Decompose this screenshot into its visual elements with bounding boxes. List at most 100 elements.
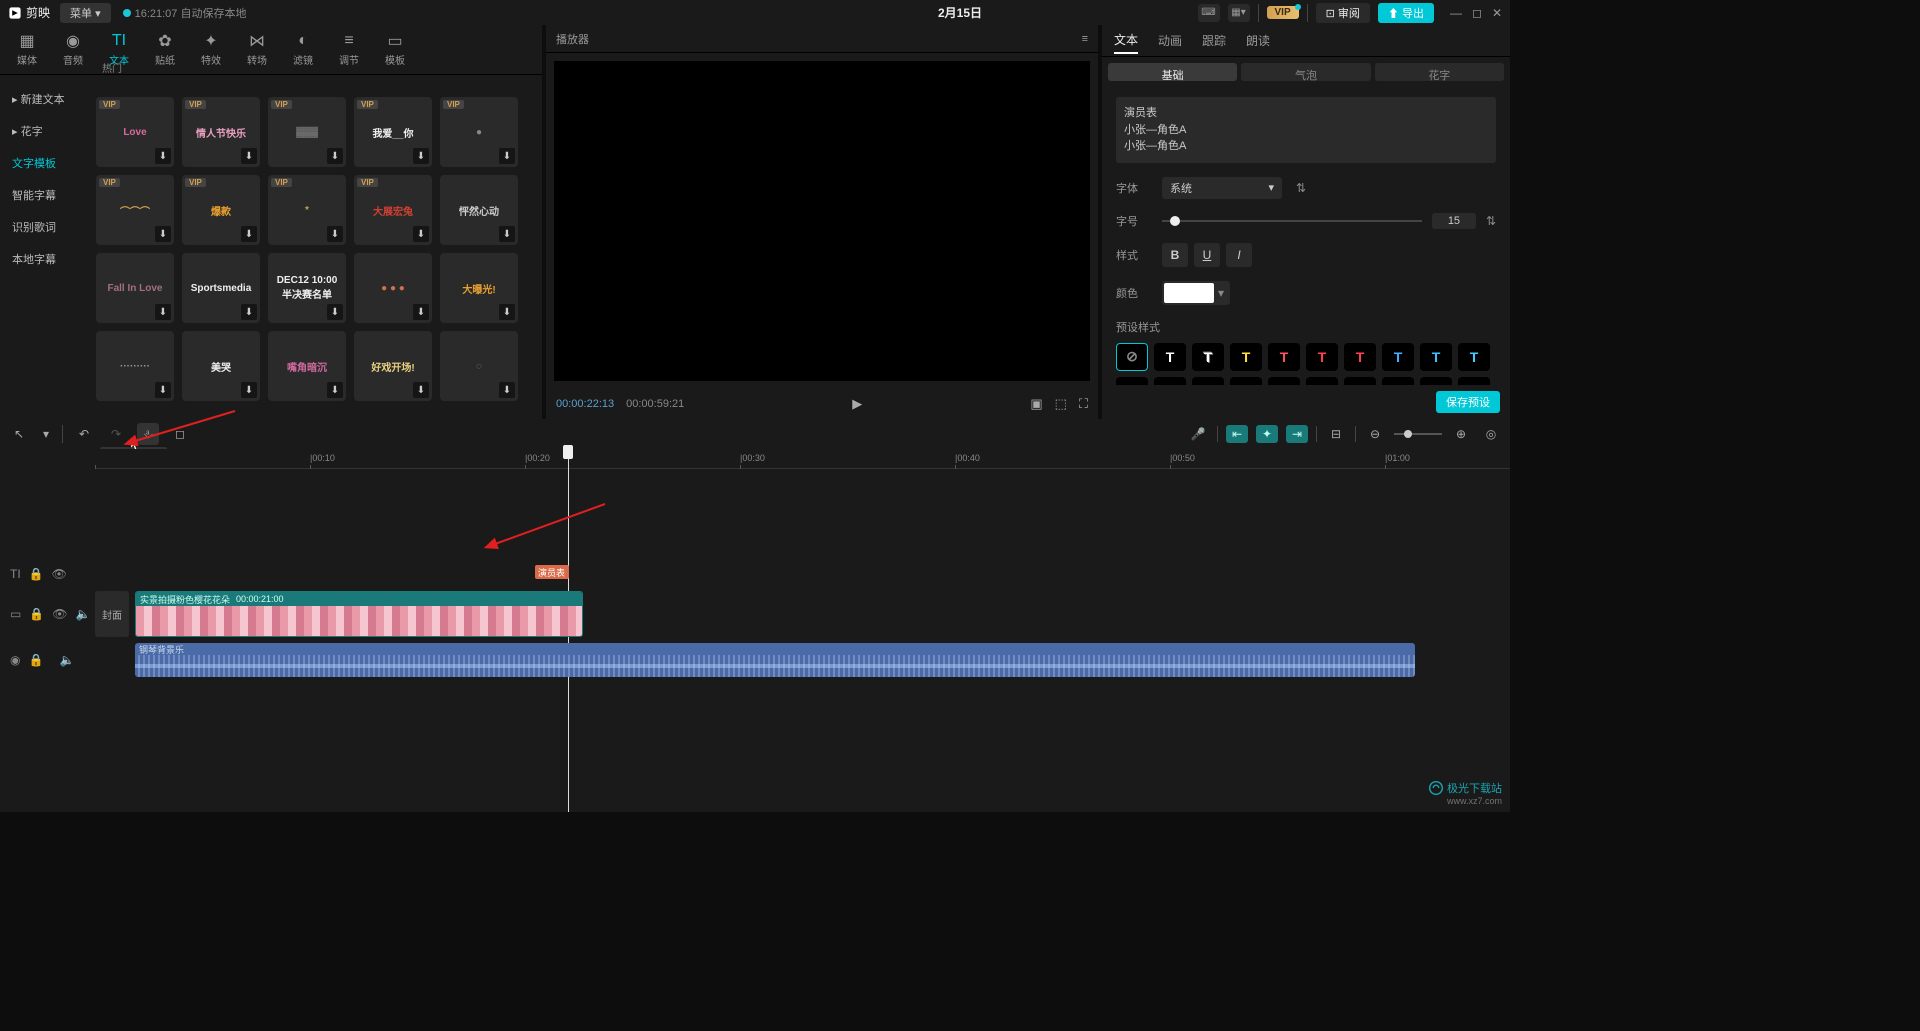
template-card[interactable]: ◌⬇ <box>440 331 518 401</box>
template-card[interactable]: 怦然心动⬇ <box>440 175 518 245</box>
minimize-button[interactable]: — <box>1450 6 1462 20</box>
sidebar-item-3[interactable]: 智能字幕 <box>4 181 86 209</box>
preset-style-bar[interactable] <box>1458 377 1490 386</box>
sidebar-item-1[interactable]: ▸ 花字 <box>4 117 86 145</box>
preview-menu-icon[interactable]: ≡ <box>1082 33 1088 45</box>
preset-style-bar[interactable] <box>1306 377 1338 386</box>
template-card[interactable]: 好戏开场!⬇ <box>354 331 432 401</box>
preset-style[interactable]: T <box>1420 343 1452 371</box>
zoom-slider[interactable] <box>1394 433 1442 435</box>
download-icon[interactable]: ⬇ <box>155 226 171 242</box>
template-card[interactable]: VIP我爱__你⬇ <box>354 97 432 167</box>
tab-调节[interactable]: ≡调节 <box>326 32 372 67</box>
font-select[interactable]: 系统▾ <box>1162 177 1282 199</box>
download-icon[interactable]: ⬇ <box>327 382 343 398</box>
sub-tab-基础[interactable]: 基础 <box>1108 63 1237 81</box>
download-icon[interactable]: ⬇ <box>499 148 515 164</box>
download-icon[interactable]: ⬇ <box>155 148 171 164</box>
lock-icon[interactable]: 🔒 <box>28 653 43 667</box>
download-icon[interactable]: ⬇ <box>241 148 257 164</box>
preset-style-bar[interactable] <box>1230 377 1262 386</box>
mute-icon[interactable]: 🔈 <box>76 607 91 621</box>
bold-button[interactable]: B <box>1162 243 1188 267</box>
mic-icon[interactable]: 🎤 <box>1187 425 1209 443</box>
download-icon[interactable]: ⬇ <box>413 304 429 320</box>
preset-style[interactable]: T <box>1268 343 1300 371</box>
vip-badge[interactable]: VIP <box>1267 6 1299 19</box>
preset-style[interactable]: T <box>1382 343 1414 371</box>
download-icon[interactable]: ⬇ <box>241 226 257 242</box>
timeline-ruler[interactable]: |00:10|00:20|00:30|00:40|00:50|01:00 <box>95 449 1510 469</box>
preset-style[interactable]: T <box>1154 343 1186 371</box>
size-stepper-icon[interactable]: ⇅ <box>1486 214 1496 228</box>
video-clip[interactable]: 实景拍摄粉色樱花花朵00:00:21:00 <box>135 591 583 637</box>
template-card[interactable]: VIP爆款⬇ <box>182 175 260 245</box>
preset-style[interactable]: T <box>1230 343 1262 371</box>
tab-转场[interactable]: ⋈转场 <box>234 32 280 67</box>
preset-style[interactable]: ⊘ <box>1116 343 1148 371</box>
sidebar-item-0[interactable]: ▸ 新建文本 <box>4 85 86 113</box>
template-card[interactable]: Sportsmedia⬇ <box>182 253 260 323</box>
cover-thumb[interactable]: 封面 <box>95 591 129 637</box>
eye-icon[interactable]: 👁 <box>52 607 67 621</box>
lock-icon[interactable]: 🔒 <box>29 567 44 581</box>
audio-clip[interactable]: 钢琴背景乐 <box>135 643 1415 677</box>
preset-style[interactable]: T <box>1458 343 1490 371</box>
template-card[interactable]: VIP*⬇ <box>268 175 346 245</box>
menu-button[interactable]: 菜单 ▾ <box>60 3 111 23</box>
preview-cut-icon[interactable]: ⊟ <box>1325 425 1347 443</box>
preset-style-bar[interactable] <box>1192 377 1224 386</box>
download-icon[interactable]: ⬇ <box>155 304 171 320</box>
lock-icon[interactable]: 🔒 <box>29 607 44 621</box>
zoom-in-icon[interactable]: ⊕ <box>1450 425 1472 443</box>
italic-button[interactable]: I <box>1226 243 1252 267</box>
template-card[interactable]: VIP情人节快乐⬇ <box>182 97 260 167</box>
template-card[interactable]: VIP●⬇ <box>440 97 518 167</box>
text-content-box[interactable]: 演员表小张—角色A小张—角色A <box>1116 97 1496 163</box>
preset-style-bar[interactable] <box>1116 377 1148 386</box>
layout-icon[interactable]: ▦▾ <box>1228 4 1250 22</box>
ratio-icon[interactable]: ⬚ <box>1055 396 1067 412</box>
props-tab-朗读[interactable]: 朗读 <box>1246 28 1270 53</box>
redo-button[interactable]: ↷ <box>105 423 127 445</box>
snap-icon[interactable]: ✦ <box>1256 425 1278 443</box>
props-tab-文本[interactable]: 文本 <box>1114 27 1138 54</box>
template-card[interactable]: 嘴角暗沉⬇ <box>268 331 346 401</box>
download-icon[interactable]: ⬇ <box>499 226 515 242</box>
maximize-button[interactable]: ◻ <box>1472 6 1482 20</box>
sub-tab-花字[interactable]: 花字 <box>1375 63 1504 81</box>
preset-style-bar[interactable] <box>1268 377 1300 386</box>
eye-icon[interactable]: 👁 <box>52 567 67 581</box>
download-icon[interactable]: ⬇ <box>327 148 343 164</box>
template-card[interactable]: ● ● ●⬇ <box>354 253 432 323</box>
tab-贴纸[interactable]: ✿贴纸 <box>142 32 188 67</box>
download-icon[interactable]: ⬇ <box>499 382 515 398</box>
props-tab-跟踪[interactable]: 跟踪 <box>1202 28 1226 53</box>
download-icon[interactable]: ⬇ <box>413 148 429 164</box>
chevron-down-icon[interactable]: ▾ <box>1214 286 1228 300</box>
download-icon[interactable]: ⬇ <box>499 304 515 320</box>
preset-style-bar[interactable] <box>1382 377 1414 386</box>
shortcut-icon[interactable]: ⌨ <box>1198 4 1220 22</box>
template-card[interactable]: 大曝光!⬇ <box>440 253 518 323</box>
sidebar-item-4[interactable]: 识别歌词 <box>4 213 86 241</box>
text-clip[interactable]: 演员表 <box>535 565 569 579</box>
color-swatch[interactable] <box>1164 283 1214 303</box>
preview-viewport[interactable] <box>554 61 1090 381</box>
props-tab-动画[interactable]: 动画 <box>1158 28 1182 53</box>
pointer-tool[interactable]: ↖ <box>8 423 30 445</box>
tab-特效[interactable]: ✦特效 <box>188 32 234 67</box>
tab-滤镜[interactable]: ◐滤镜 <box>280 32 326 67</box>
play-button[interactable]: ▶ <box>852 396 862 412</box>
preset-style[interactable]: T <box>1192 343 1224 371</box>
download-icon[interactable]: ⬇ <box>413 382 429 398</box>
undo-button[interactable]: ↶ <box>73 423 95 445</box>
sidebar-item-5[interactable]: 本地字幕 <box>4 245 86 273</box>
download-icon[interactable]: ⬇ <box>327 304 343 320</box>
zoom-fit-icon[interactable]: ◎ <box>1480 425 1502 443</box>
sub-tab-气泡[interactable]: 气泡 <box>1241 63 1370 81</box>
preset-style[interactable]: T <box>1306 343 1338 371</box>
review-button[interactable]: ⊡ 审阅 <box>1316 3 1370 23</box>
template-card[interactable]: DEC12 10:00半决赛名单⬇ <box>268 253 346 323</box>
preset-style-bar[interactable] <box>1420 377 1452 386</box>
